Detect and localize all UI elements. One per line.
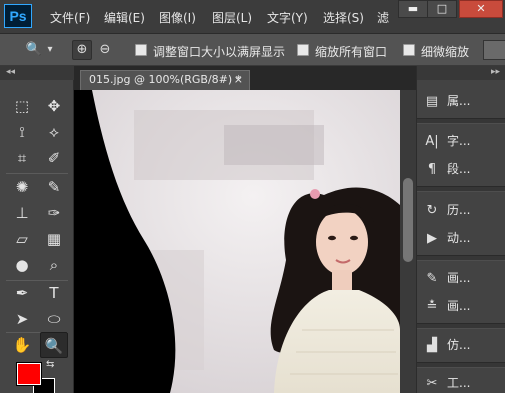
tool-preset-dropdown[interactable]: ▾ <box>44 40 56 60</box>
panel-label: 字... <box>447 134 471 148</box>
options-overflow-button[interactable] <box>483 40 505 60</box>
panel-group-separator <box>417 323 505 329</box>
brush-tool-icon[interactable]: ✎ <box>40 174 68 200</box>
scrubby-zoom-checkbox[interactable] <box>403 44 415 56</box>
panel-dock-header: ▸▸ <box>417 66 505 80</box>
scrubby-zoom-label: 细微缩放 <box>421 45 470 59</box>
menu-bar: Ps 文件(F) 编辑(E) 图像(I) 图层(L) 文字(Y) 选择(S) 滤… <box>0 0 505 34</box>
properties-icon: ▤ <box>425 94 439 109</box>
panel-label: 属... <box>447 94 471 108</box>
move-tool-icon[interactable]: ✥ <box>40 93 68 119</box>
hand-tool-icon[interactable]: ✋ <box>8 332 36 358</box>
history-brush-tool-icon[interactable]: ✑ <box>40 200 68 226</box>
panel-dock: ▸▸ ▤ 属... A| 字... ¶ 段... ↻ 历... ▶ 动... ✎ 画... … <box>416 66 505 393</box>
panel-group-separator <box>417 255 505 261</box>
panel-label: 段... <box>447 162 471 176</box>
menu-type[interactable]: 文字(Y) <box>267 9 308 26</box>
panel-group-separator <box>417 186 505 192</box>
image-canvas[interactable] <box>74 90 400 393</box>
brush-presets-panel-button[interactable]: ≛ 画... <box>421 293 501 319</box>
swap-colors-icon[interactable]: ⇆ <box>46 359 54 370</box>
menu-layer[interactable]: 图层(L) <box>212 9 252 26</box>
history-panel-button[interactable]: ↻ 历... <box>421 197 501 223</box>
menu-edit[interactable]: 编辑(E) <box>104 9 145 26</box>
menu-image[interactable]: 图像(I) <box>159 9 196 26</box>
resize-windows-label: 调整窗口大小以满屏显示 <box>153 45 286 59</box>
spot-heal-tool-icon[interactable]: ✺ <box>8 174 36 200</box>
zoom-in-icon[interactable]: ⊕ <box>72 40 92 60</box>
type-tool-icon[interactable]: T <box>40 280 68 306</box>
panel-group-separator <box>417 362 505 368</box>
clone-source-panel-button[interactable]: ▟ 仿... <box>421 332 501 358</box>
tool-presets-panel-button[interactable]: ✂ 工... <box>421 370 501 393</box>
document-tab-close-icon[interactable]: × <box>234 71 243 89</box>
zoom-all-windows-checkbox[interactable] <box>297 44 309 56</box>
crop-tool-icon[interactable]: ⌗ <box>8 145 36 171</box>
zoom-tool-button-icon[interactable]: 🔍 <box>40 332 68 358</box>
quick-select-tool-icon[interactable]: ⟡ <box>40 119 68 145</box>
panel-label: 工... <box>447 376 471 390</box>
panel-label: 画... <box>447 299 471 313</box>
character-panel-button[interactable]: A| 字... <box>421 128 501 154</box>
lasso-tool-icon[interactable]: ⟟ <box>8 119 36 145</box>
character-icon: A| <box>425 134 439 149</box>
photoshop-logo: Ps <box>4 4 32 28</box>
minimize-button[interactable]: ▬ <box>398 0 428 18</box>
zoom-all-windows-label: 缩放所有窗口 <box>315 45 388 59</box>
document-tab-title: 015.jpg @ 100%(RGB/8#) * <box>89 73 242 86</box>
panel-label: 历... <box>447 203 471 217</box>
clone-stamp-tool-icon[interactable]: ⊥ <box>8 200 36 226</box>
collapse-icon[interactable]: ◂◂ <box>6 67 15 77</box>
path-select-tool-icon[interactable]: ➤ <box>8 306 36 332</box>
menu-file[interactable]: 文件(F) <box>50 9 90 26</box>
document-area: 015.jpg @ 100%(RGB/8#) * × <box>74 66 416 393</box>
restore-button[interactable]: □ <box>427 0 457 18</box>
gradient-tool-icon[interactable]: ▦ <box>40 226 68 252</box>
options-bar: 🔍 ▾ ⊕ ⊖ 调整窗口大小以满屏显示 缩放所有窗口 细微缩放 <box>0 34 505 66</box>
brush-presets-icon: ≛ <box>426 299 438 314</box>
pen-tool-icon[interactable]: ✒ <box>8 280 36 306</box>
tools-panel-header: ◂◂ <box>0 66 74 80</box>
zoom-tool-icon[interactable]: 🔍 <box>24 40 44 60</box>
zoom-out-icon[interactable]: ⊖ <box>95 40 115 60</box>
paragraph-icon: ¶ <box>427 162 437 177</box>
eraser-tool-icon[interactable]: ▱ <box>8 226 36 252</box>
scrollbar-thumb[interactable] <box>403 178 413 262</box>
panel-label: 画... <box>447 271 471 285</box>
menu-filter[interactable]: 滤 <box>377 9 389 26</box>
resize-windows-checkbox[interactable] <box>135 44 147 56</box>
clone-source-icon: ▟ <box>427 338 437 353</box>
actions-panel-button[interactable]: ▶ 动... <box>421 225 501 251</box>
eyedropper-tool-icon[interactable]: ✐ <box>40 145 68 171</box>
document-tab[interactable]: 015.jpg @ 100%(RGB/8#) * × <box>80 70 250 90</box>
history-icon: ↻ <box>426 203 438 218</box>
tools-panel: ◂◂ ⬚ ✥ ⟟ ⟡ ⌗ ✐ ✺ ✎ ⊥ ✑ ▱ ▦ ● ⌕ ✒ T ➤ ⬭ ✋… <box>0 66 74 393</box>
paragraph-panel-button[interactable]: ¶ 段... <box>421 156 501 182</box>
dodge-tool-icon[interactable]: ⌕ <box>40 252 68 278</box>
properties-panel-button[interactable]: ▤ 属... <box>421 88 501 114</box>
foreground-color-swatch[interactable] <box>16 362 42 386</box>
brush-icon: ✎ <box>426 271 438 286</box>
expand-panels-icon[interactable]: ▸▸ <box>491 67 500 77</box>
menu-select[interactable]: 选择(S) <box>323 9 364 26</box>
photo-image <box>74 90 400 393</box>
vertical-scrollbar[interactable] <box>400 90 416 393</box>
tool-presets-icon: ✂ <box>426 376 438 391</box>
panel-label: 仿... <box>447 338 471 352</box>
ellipse-tool-icon[interactable]: ⬭ <box>40 306 68 332</box>
play-icon: ▶ <box>427 231 437 246</box>
panel-label: 动... <box>447 231 471 245</box>
marquee-tool-icon[interactable]: ⬚ <box>8 93 36 119</box>
brush-panel-button[interactable]: ✎ 画... <box>421 265 501 291</box>
close-button[interactable]: ✕ <box>459 0 503 18</box>
blur-tool-icon[interactable]: ● <box>8 252 36 278</box>
panel-group-separator <box>417 118 505 124</box>
